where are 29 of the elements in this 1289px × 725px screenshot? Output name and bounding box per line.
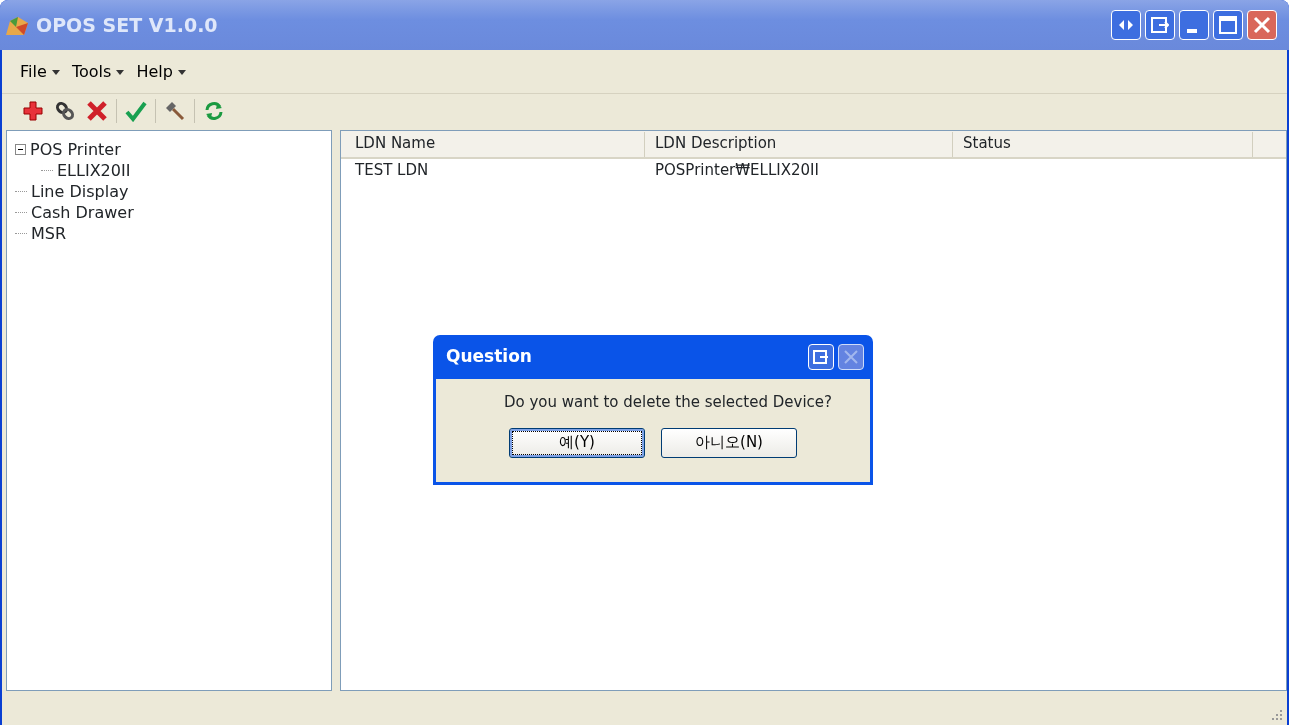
table-cell-text: TEST LDN <box>354 160 430 181</box>
menu-item[interactable]: Help <box>136 59 186 84</box>
caret-icon <box>116 69 125 75</box>
menu-item[interactable]: File <box>20 59 60 84</box>
dialog-message: Do you want to delete the selected Device? <box>503 392 832 413</box>
minimize-button[interactable] <box>1179 10 1209 40</box>
close-button[interactable] <box>1247 10 1277 40</box>
window-title: OPOS SET V1.0.0 <box>36 12 218 38</box>
yes-button[interactable]: 예(Y) <box>509 427 645 458</box>
resize-grip-icon[interactable] <box>1271 709 1283 721</box>
table-cell-text: POSPrinter₩ELLIX20II <box>654 160 820 181</box>
no-button[interactable]: 아니오(N) <box>661 427 797 458</box>
column-header[interactable]: Status <box>953 131 1253 157</box>
add-icon[interactable] <box>20 98 46 124</box>
collapse-icon[interactable] <box>15 144 26 155</box>
menu-item[interactable]: Tools <box>71 59 125 84</box>
column-header[interactable]: LDN Description <box>645 131 953 157</box>
arrows-icon[interactable] <box>1111 10 1141 40</box>
caret-icon <box>51 69 60 75</box>
close-icon <box>1253 16 1271 34</box>
close-icon <box>844 350 858 364</box>
caret-icon <box>177 69 186 75</box>
window-exit-icon[interactable] <box>1145 10 1175 40</box>
maximize-icon <box>1219 16 1237 34</box>
dialog-title: Question <box>446 345 533 369</box>
column-header[interactable]: LDN Name <box>345 131 645 157</box>
minimize-icon <box>1187 29 1197 33</box>
maximize-button[interactable] <box>1213 10 1243 40</box>
window-exit-icon[interactable] <box>808 344 834 370</box>
